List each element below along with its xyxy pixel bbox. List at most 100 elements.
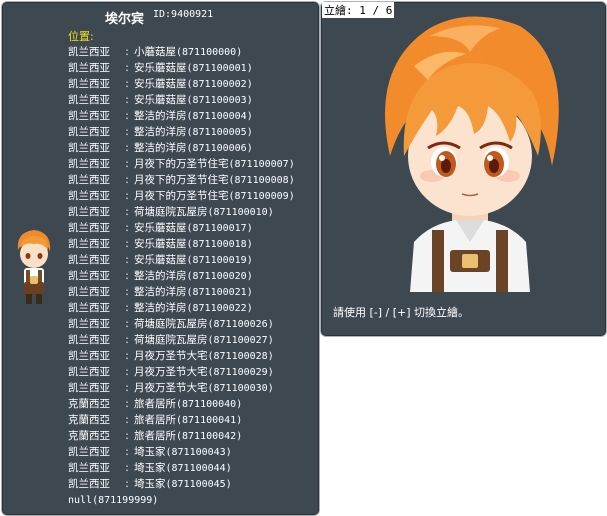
map-list-item[interactable]: 凯兰西亚: 安乐蘑菇屋(871100002) bbox=[68, 76, 295, 92]
map-separator: : bbox=[125, 334, 129, 346]
map-region: 凯兰西亚 bbox=[68, 142, 110, 154]
map-region: 凯兰西亚 bbox=[68, 110, 110, 122]
map-list-item[interactable]: 凯兰西亚: 安乐蘑菇屋(871100017) bbox=[68, 220, 295, 236]
map-separator: : bbox=[125, 142, 129, 154]
map-list-item[interactable]: 凯兰西亚: 月夜万圣节大宅(871100028) bbox=[68, 348, 295, 364]
map-separator: : bbox=[125, 254, 129, 266]
map-code: (871100004) bbox=[186, 111, 253, 122]
map-separator: : bbox=[125, 206, 129, 218]
map-name: 月夜万圣节大宅 bbox=[134, 350, 208, 362]
map-separator: : bbox=[125, 94, 129, 106]
map-code: (871100044) bbox=[165, 463, 232, 474]
map-list-item[interactable]: 克蘭西亞: 旅者居所(871100041) bbox=[68, 412, 295, 428]
map-list-item[interactable]: 克蘭西亞: 旅者居所(871100040) bbox=[68, 396, 295, 412]
map-name: 安乐蘑菇屋 bbox=[134, 62, 187, 74]
map-list-item[interactable]: 凯兰西亚: 荷塘庭院瓦屋房(871100026) bbox=[68, 316, 295, 332]
map-list-item[interactable]: 凯兰西亚: 埼玉家(871100043) bbox=[68, 444, 295, 460]
map-separator: : bbox=[125, 158, 129, 170]
map-code: (871100040) bbox=[176, 399, 243, 410]
map-code: (871100007) bbox=[228, 159, 295, 170]
map-list-item[interactable]: 凯兰西亚: 月夜下的万圣节住宅(871100007) bbox=[68, 156, 295, 172]
map-name: 月夜下的万圣节住宅 bbox=[134, 158, 229, 170]
map-region: 凯兰西亚 bbox=[68, 478, 110, 490]
map-code: (871100000) bbox=[176, 47, 243, 58]
map-separator: : bbox=[125, 62, 129, 74]
map-separator: : bbox=[125, 78, 129, 90]
map-region: 克蘭西亞 bbox=[68, 414, 110, 426]
map-region: 凯兰西亚 bbox=[68, 382, 110, 394]
map-list-item[interactable]: null(871199999) bbox=[68, 492, 295, 508]
map-list-item[interactable]: 凯兰西亚: 荷塘庭院瓦屋房(871100010) bbox=[68, 204, 295, 220]
map-code: (871100003) bbox=[186, 95, 253, 106]
map-list-item[interactable]: 克蘭西亞: 旅者居所(871100042) bbox=[68, 428, 295, 444]
map-list-item[interactable]: 凯兰西亚: 小蘑菇屋(871100000) bbox=[68, 44, 295, 60]
map-list-item[interactable]: 凯兰西亚: 月夜万圣节大宅(871100030) bbox=[68, 380, 295, 396]
map-region: 凯兰西亚 bbox=[68, 62, 110, 74]
map-region: 凯兰西亚 bbox=[68, 254, 110, 266]
map-separator: : bbox=[125, 270, 129, 282]
map-list-item[interactable]: 凯兰西亚: 安乐蘑菇屋(871100019) bbox=[68, 252, 295, 268]
map-list-item[interactable]: 凯兰西亚: 荷塘庭院瓦屋房(871100027) bbox=[68, 332, 295, 348]
map-region: 凯兰西亚 bbox=[68, 158, 110, 170]
map-separator: : bbox=[125, 190, 129, 202]
map-region: 凯兰西亚 bbox=[68, 94, 110, 106]
map-separator: : bbox=[125, 446, 129, 458]
map-list-item[interactable]: 凯兰西亚: 整洁的洋房(871100004) bbox=[68, 108, 295, 124]
map-list-item[interactable]: 凯兰西亚: 月夜下的万圣节住宅(871100009) bbox=[68, 188, 295, 204]
map-name: 整洁的洋房 bbox=[134, 142, 187, 154]
map-name: 旅者居所 bbox=[134, 414, 176, 426]
npc-sprite-image bbox=[17, 230, 51, 304]
map-list-item[interactable]: 凯兰西亚: 整洁的洋房(871100022) bbox=[68, 300, 295, 316]
map-code: (871100042) bbox=[176, 431, 243, 442]
map-list-item[interactable]: 凯兰西亚: 整洁的洋房(871100005) bbox=[68, 124, 295, 140]
map-region: 凯兰西亚 bbox=[68, 350, 110, 362]
map-separator: : bbox=[125, 398, 129, 410]
map-code: (871100005) bbox=[186, 127, 253, 138]
map-code: (871100020) bbox=[186, 271, 253, 282]
map-code: (871100017) bbox=[186, 223, 253, 234]
map-code: null(871199999) bbox=[68, 495, 159, 506]
map-separator: : bbox=[125, 238, 129, 250]
map-name: 安乐蘑菇屋 bbox=[134, 94, 187, 106]
map-separator: : bbox=[125, 222, 129, 234]
map-separator: : bbox=[125, 126, 129, 138]
map-code: (871100019) bbox=[186, 255, 253, 266]
map-list-item[interactable]: 凯兰西亚: 月夜下的万圣节住宅(871100008) bbox=[68, 172, 295, 188]
map-name: 旅者居所 bbox=[134, 430, 176, 442]
map-name: 埼玉家 bbox=[134, 478, 166, 490]
map-separator: : bbox=[125, 462, 129, 474]
map-list-item[interactable]: 凯兰西亚: 安乐蘑菇屋(871100001) bbox=[68, 60, 295, 76]
map-region: 凯兰西亚 bbox=[68, 78, 110, 90]
map-list-item[interactable]: 凯兰西亚: 安乐蘑菇屋(871100018) bbox=[68, 236, 295, 252]
map-code: (871100022) bbox=[186, 303, 253, 314]
map-separator: : bbox=[125, 286, 129, 298]
map-list-item[interactable]: 凯兰西亚: 埼玉家(871100044) bbox=[68, 460, 295, 476]
portrait-switch-hint: 請使用 [-] / [+] 切換立繪。 bbox=[333, 306, 470, 319]
map-list-item[interactable]: 凯兰西亚: 整洁的洋房(871100020) bbox=[68, 268, 295, 284]
map-name: 埼玉家 bbox=[134, 446, 166, 458]
map-separator: : bbox=[125, 414, 129, 426]
map-code: (871100029) bbox=[207, 367, 274, 378]
map-region: 凯兰西亚 bbox=[68, 302, 110, 314]
map-name: 月夜万圣节大宅 bbox=[134, 382, 208, 394]
map-region: 凯兰西亚 bbox=[68, 206, 110, 218]
map-separator: : bbox=[125, 110, 129, 122]
map-list-item[interactable]: 凯兰西亚: 整洁的洋房(871100006) bbox=[68, 140, 295, 156]
map-region: 凯兰西亚 bbox=[68, 126, 110, 138]
map-separator: : bbox=[125, 366, 129, 378]
map-code: (871100026) bbox=[207, 319, 274, 330]
map-separator: : bbox=[125, 350, 129, 362]
map-code: (871100001) bbox=[186, 63, 253, 74]
map-list-item[interactable]: 凯兰西亚: 整洁的洋房(871100021) bbox=[68, 284, 295, 300]
map-code: (871100030) bbox=[207, 383, 274, 394]
map-list-item[interactable]: 凯兰西亚: 安乐蘑菇屋(871100003) bbox=[68, 92, 295, 108]
map-list-item[interactable]: 凯兰西亚: 月夜万圣节大宅(871100029) bbox=[68, 364, 295, 380]
map-separator: : bbox=[125, 478, 129, 490]
map-region: 凯兰西亚 bbox=[68, 174, 110, 186]
map-name: 埼玉家 bbox=[134, 462, 166, 474]
map-list-item[interactable]: 凯兰西亚: 埼玉家(871100045) bbox=[68, 476, 295, 492]
map-name: 安乐蘑菇屋 bbox=[134, 254, 187, 266]
map-name: 小蘑菇屋 bbox=[134, 46, 176, 58]
map-separator: : bbox=[125, 302, 129, 314]
npc-portrait-image bbox=[385, 16, 559, 292]
